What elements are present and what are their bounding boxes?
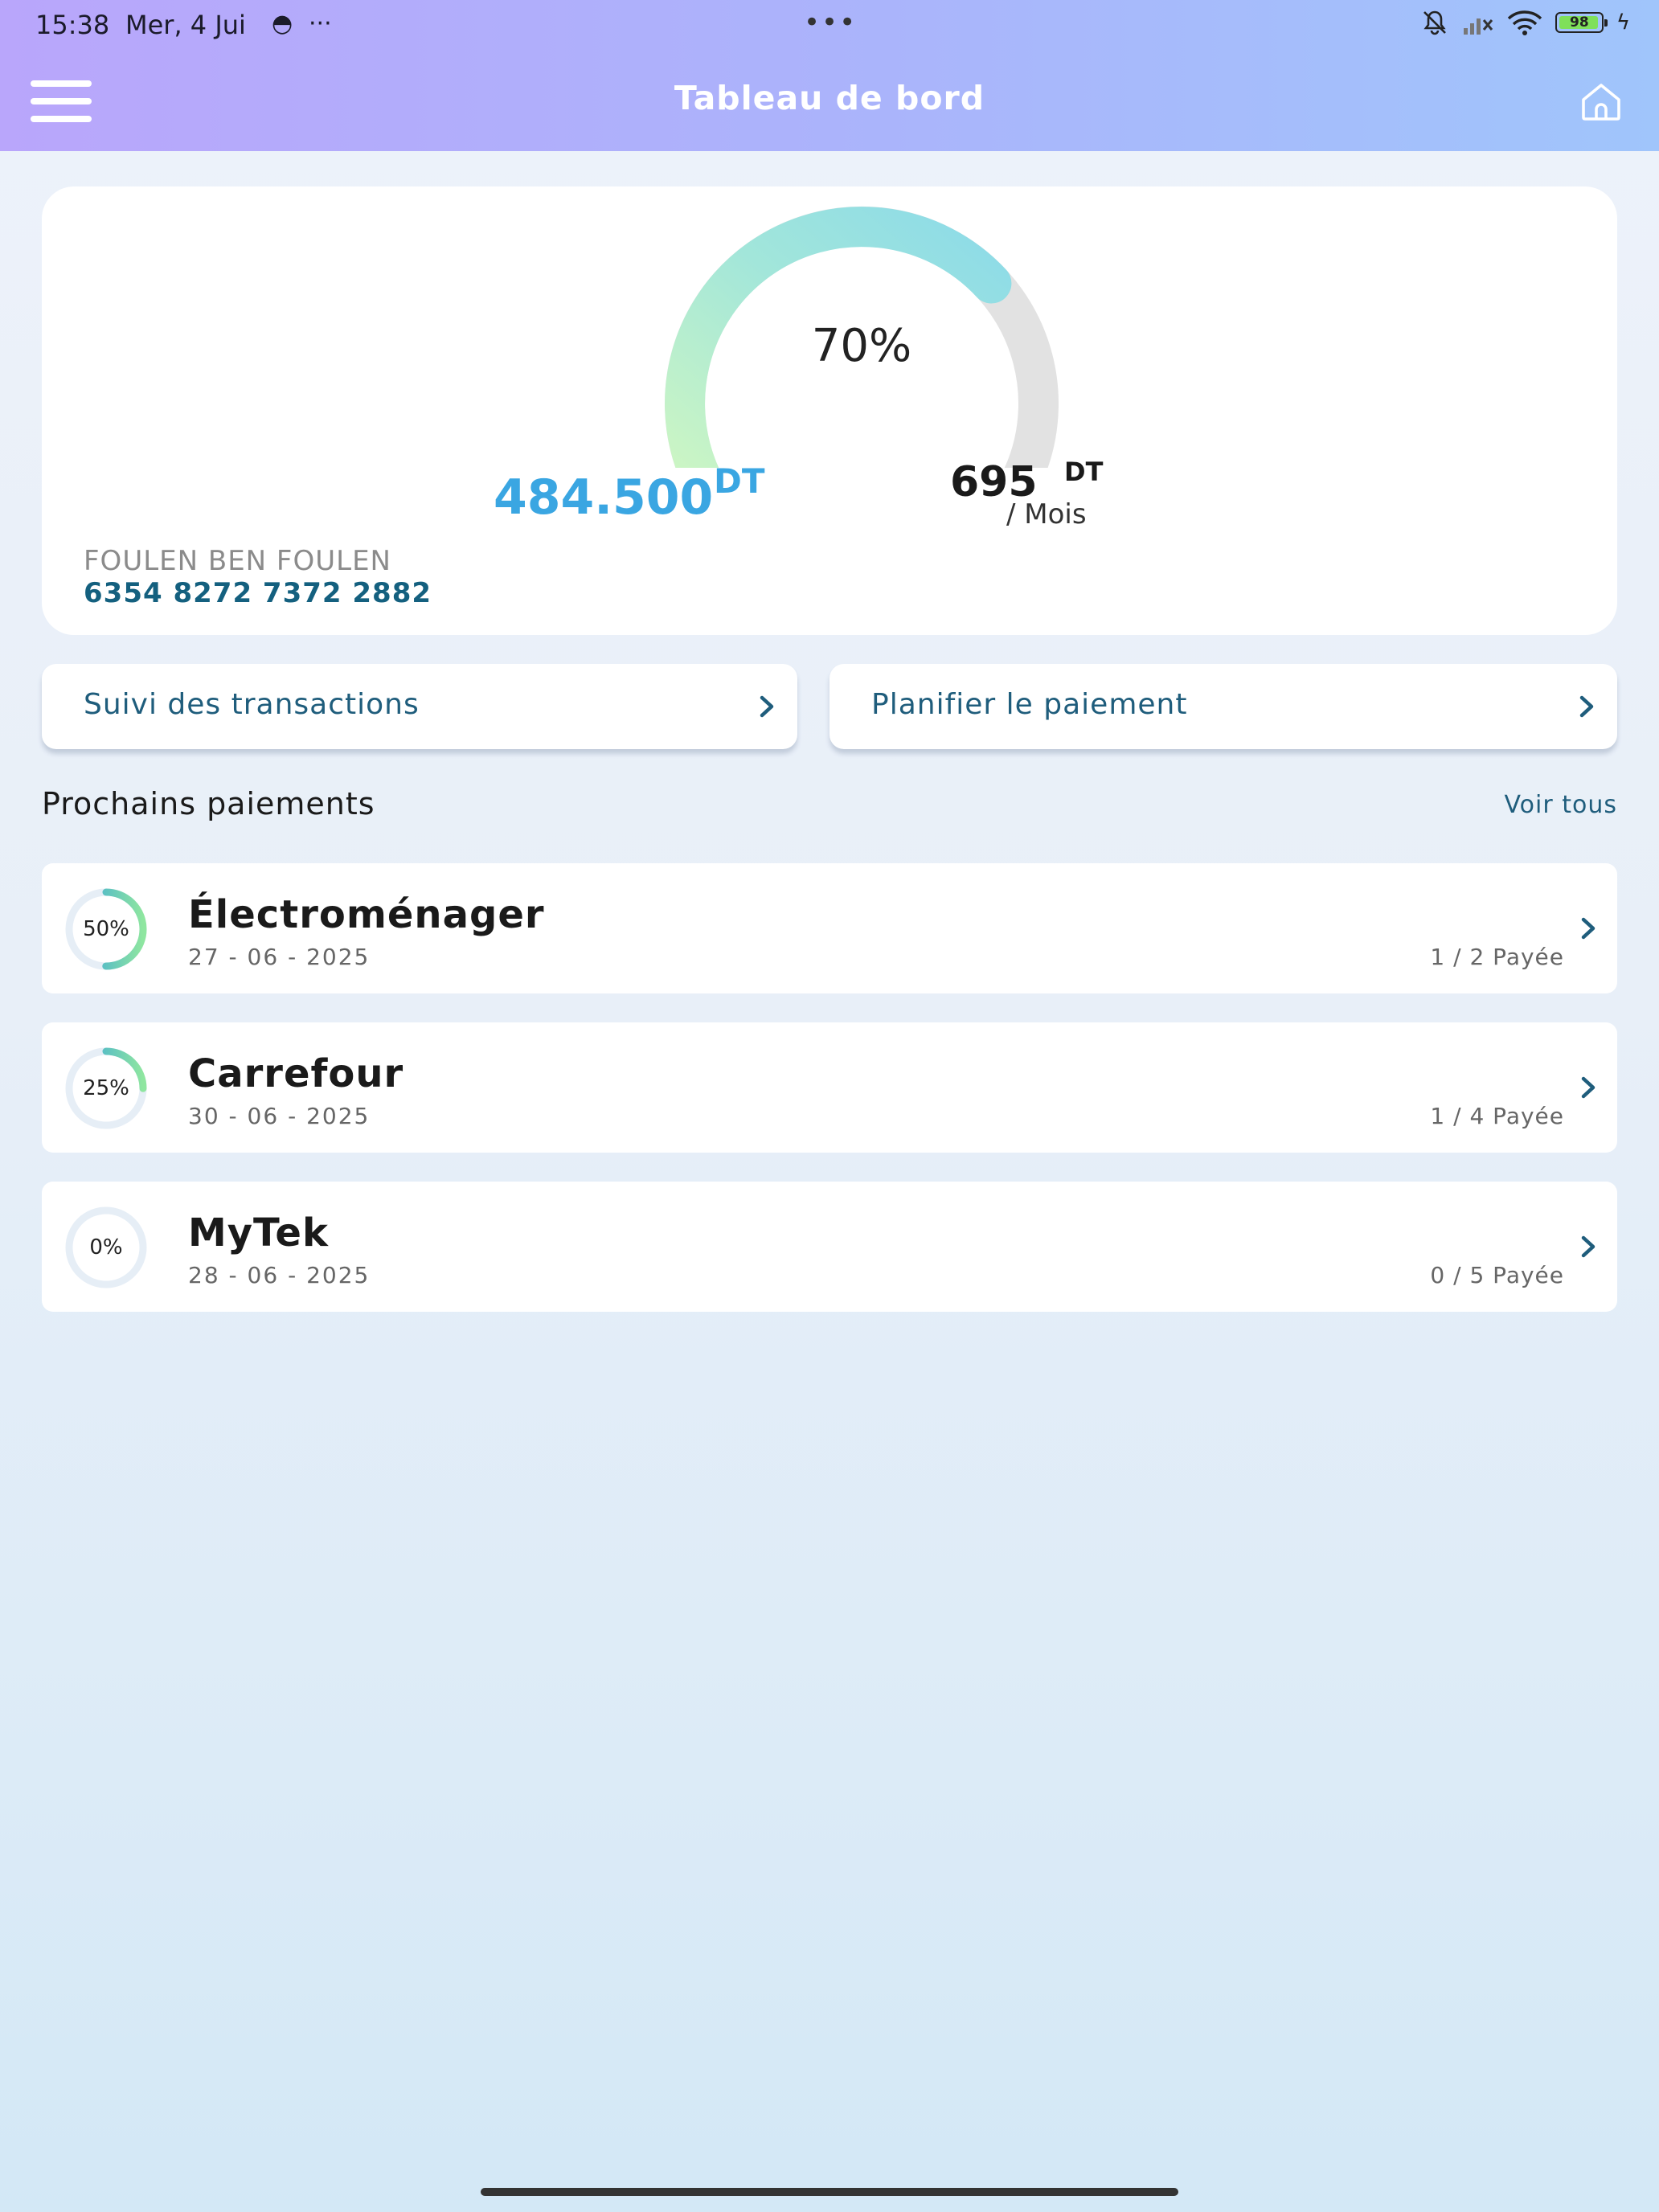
payment-date: 28 - 06 - 2025 [188, 1262, 371, 1288]
merchant-name: MyTek [188, 1210, 329, 1256]
status-icons: 98 ϟ [1420, 8, 1630, 37]
chevron-right-icon [1581, 917, 1596, 940]
limit-currency: DT [1064, 457, 1104, 487]
payment-date: 27 - 06 - 2025 [188, 944, 371, 970]
charging-icon: ϟ [1616, 10, 1630, 35]
plan-payment-button[interactable]: Planifier le paiement [830, 664, 1617, 749]
plan-payment-label: Planifier le paiement [871, 688, 1188, 721]
installments-paid: 1 / 2 Payée [1430, 944, 1564, 970]
payment-item[interactable]: 0% MyTek 28 - 06 - 2025 0 / 5 Payée [42, 1182, 1617, 1312]
payment-date: 30 - 06 - 2025 [188, 1103, 371, 1129]
home-icon[interactable] [1579, 80, 1624, 122]
track-transactions-button[interactable]: Suivi des transactions [42, 664, 797, 749]
page-title: Tableau de bord [674, 79, 985, 117]
balance-amount: 484.500 [494, 469, 714, 526]
installments-paid: 0 / 5 Payée [1430, 1262, 1564, 1288]
status-date: Mer, 4 Jui [125, 10, 246, 40]
battery-level: 98 [1570, 14, 1589, 31]
wifi-icon [1507, 10, 1542, 35]
payment-item[interactable]: 25% Carrefour 30 - 06 - 2025 1 / 4 Payée [42, 1022, 1617, 1153]
card-number: 6354 8272 7372 2882 [84, 577, 432, 609]
notification-icon: ◓ [272, 10, 293, 38]
chevron-right-icon [1581, 1235, 1596, 1258]
chevron-right-icon [1581, 1076, 1596, 1099]
see-all-link[interactable]: Voir tous [1504, 791, 1617, 819]
progress-percent: 50% [83, 917, 129, 941]
top-bar: 15:38 Mer, 4 Jui ◓ ··· ••• 98 ϟ Tableau … [0, 0, 1659, 151]
signal-icon [1463, 18, 1493, 35]
track-transactions-label: Suivi des transactions [84, 688, 420, 721]
merchant-name: Électroménager [188, 892, 545, 937]
balance-card: 70% 484.500 DT 695 DT / Mois FOULEN BEN … [42, 186, 1617, 635]
balance-currency: DT [714, 461, 765, 501]
battery-icon: 98 [1555, 12, 1608, 33]
upcoming-payments-title: Prochains paiements [42, 786, 375, 821]
chevron-right-icon [760, 695, 774, 718]
status-time: 15:38 [35, 10, 110, 40]
progress-percent: 25% [83, 1076, 129, 1100]
card-holder-name: FOULEN BEN FOULEN [84, 545, 391, 577]
limit-period: / Mois [1006, 498, 1087, 530]
home-indicator[interactable] [481, 2188, 1178, 2196]
installments-paid: 1 / 4 Payée [1430, 1103, 1564, 1129]
chevron-right-icon [1579, 695, 1594, 718]
multitask-dots[interactable]: ••• [804, 6, 857, 39]
status-more: ··· [309, 10, 332, 38]
payment-item[interactable]: 50% Électroménager 27 - 06 - 2025 1 / 2 … [42, 863, 1617, 993]
gauge-percent: 70% [811, 320, 912, 372]
progress-percent: 0% [89, 1235, 123, 1260]
bell-muted-icon [1423, 10, 1446, 35]
merchant-name: Carrefour [188, 1051, 404, 1096]
